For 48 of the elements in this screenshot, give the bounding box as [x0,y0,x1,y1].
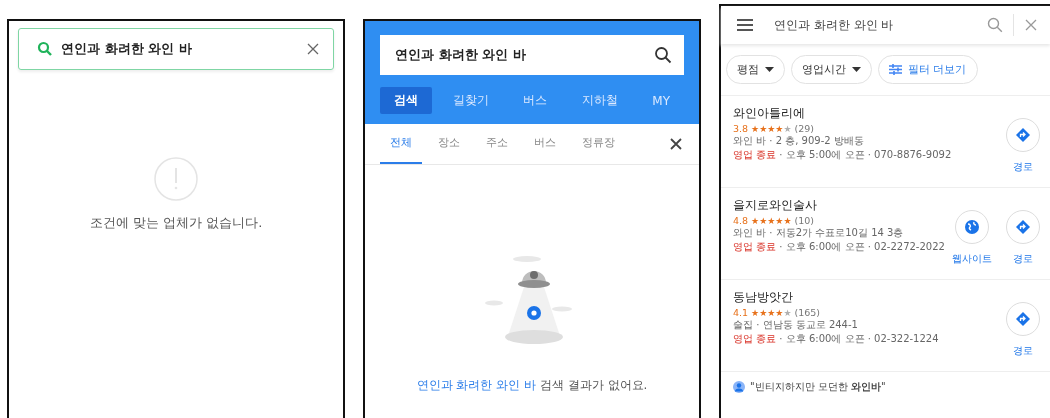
star-rating: ★★★★★ [751,123,792,134]
result-tab[interactable]: 주소 [476,124,518,164]
place-details: 와인 바 · 2 층, 909-2 방배동 [733,134,865,148]
place-name[interactable]: 동남방앗간 [733,290,1006,305]
globe-icon [964,219,980,235]
search-icon[interactable] [654,46,672,64]
caret-down-icon [852,67,861,72]
directions-icon [1015,311,1031,327]
sliders-icon [889,64,902,75]
opening-status: 영업 종료 · 오후 6:00에 오픈 · 02-322-1224 [733,332,940,346]
nav-tab[interactable]: 버스 [509,87,562,114]
rating-value: 3.8 [733,123,749,134]
nav-tab[interactable]: 길찾기 [438,87,503,114]
opening-status: 영업 종료 · 오후 5:00에 오픈 · 070-8876-9092 [733,148,953,162]
search-icon [37,41,53,57]
review-count: (10) [794,215,814,226]
review-count: (29) [794,123,814,134]
directions-icon [1015,127,1031,143]
no-result-message: 연인과 화려한 와인 바 검색 결과가 없어요. [416,377,648,394]
exclamation-circle-icon [153,156,199,202]
empty-message: 조건에 맞는 업체가 없습니다. [89,214,263,232]
search-field[interactable]: 연인과 화려한 와인 바 [380,35,684,75]
review-snippet: "빈티지하지만 모던한 와인바" [750,380,886,394]
search-field[interactable]: 연인과 화려한 와인 바 [721,6,1050,44]
close-icon[interactable] [669,137,683,151]
review-count: (165) [794,307,821,318]
star-rating: ★★★★★ [751,307,792,318]
search-field[interactable]: 연인과 화려한 와인 바 [18,28,334,70]
star-rating: ★★★★★ [751,215,792,226]
caret-down-icon [765,67,774,72]
result-tab[interactable]: 전체 [380,124,422,164]
nav-tab[interactable]: MY [638,87,684,114]
rating-value: 4.8 [733,215,749,226]
nav-tab[interactable]: 지하철 [567,87,632,114]
nav-tab[interactable]: 검색 [380,87,432,114]
user-avatar-icon [733,381,745,393]
rating-value: 4.1 [733,307,749,318]
result-tab[interactable]: 장소 [428,124,470,164]
opening-status: 영업 종료 · 오후 6:00에 오픈 · 02-2272-2022 [733,240,946,254]
result-tab[interactable]: 정류장 [572,124,625,164]
directions-icon [1015,219,1031,235]
result-tab[interactable]: 버스 [524,124,566,164]
place-details: 술집 · 연남동 동교로 244-1 [733,318,859,332]
place-details: 와인 바 · 저동2가 수표로10길 14 3층 [733,226,905,240]
close-icon[interactable] [306,42,320,56]
menu-icon[interactable] [736,18,754,32]
place-name[interactable]: 와인아틀리에 [733,106,1006,121]
place-name[interactable]: 을지로와인술사 [733,198,952,213]
